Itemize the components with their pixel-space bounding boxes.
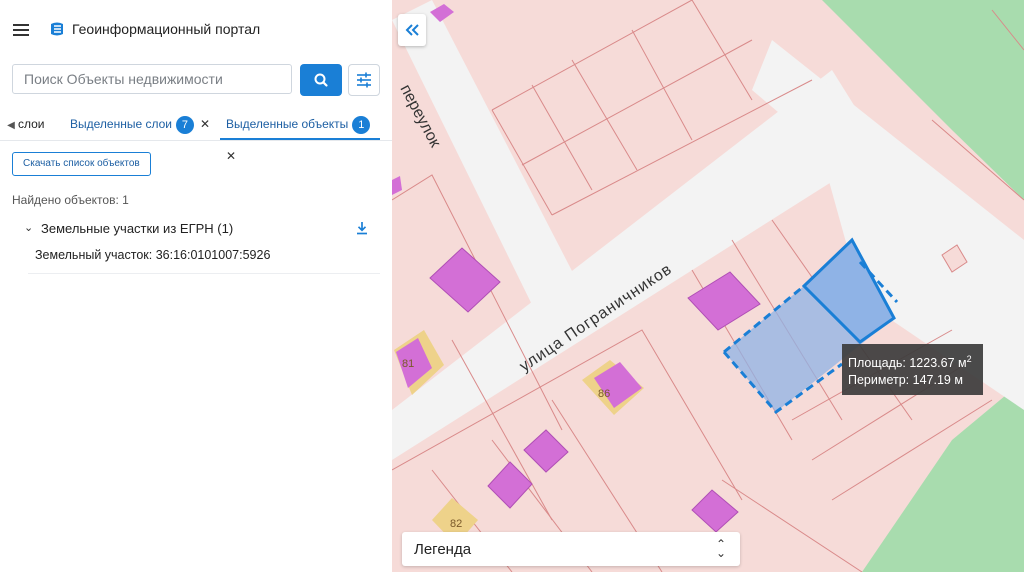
close-icon[interactable]: ✕: [226, 140, 236, 172]
house-number: 81: [402, 358, 414, 370]
tab-selected-layers-label: Выделенные слои: [70, 117, 172, 131]
tab-back-label: слои: [18, 117, 45, 131]
house-number: 86: [598, 388, 610, 400]
download-list-button[interactable]: Скачать список объектов: [12, 152, 151, 176]
found-count: Найдено объектов: 1: [12, 193, 129, 207]
menu-icon[interactable]: [10, 18, 34, 42]
area-label: Площадь: 1223.67 м: [848, 356, 967, 371]
close-icon[interactable]: ✕: [200, 108, 210, 140]
filter-button[interactable]: [348, 64, 380, 96]
collapse-panel-button[interactable]: [398, 14, 426, 46]
result-group-header[interactable]: ⌄ Земельные участки из ЕГРН (1): [24, 220, 384, 240]
legend-dropdown[interactable]: Легенда ⌃ ⌄: [402, 532, 740, 566]
area-readout: Площадь: 1223.67 м2: [848, 351, 977, 372]
tab-selected-layers[interactable]: Выделенные слои 7 ✕: [70, 108, 210, 140]
search-icon: [314, 73, 328, 87]
objects-count-badge: 1: [352, 115, 371, 134]
double-chevron-left-icon: [405, 24, 419, 36]
sidebar-panel: Геоинформационный портал ◀слои Выделенны…: [0, 0, 392, 572]
perimeter-readout: Периметр: 147.19 м: [848, 373, 963, 388]
chevron-down-icon: ⌄: [24, 222, 34, 234]
measure-tooltip: Площадь: 1223.67 м2 Периметр: 147.19 м: [842, 344, 983, 395]
list-item[interactable]: Земельный участок: 36:16:0101007:5926: [28, 248, 380, 274]
legend-label: Легенда: [414, 541, 472, 558]
tab-selected-objects[interactable]: Выделенные объекты 1✕: [220, 108, 380, 163]
layers-count-badge: 7: [175, 115, 194, 134]
map-canvas[interactable]: переулок улица Пограничников 81 86 82: [392, 0, 1024, 572]
filter-icon: [357, 72, 371, 88]
chevron-left-icon: ◀: [7, 120, 15, 131]
tab-bar: ◀ слои Выделенные слои 7 ✕ Выделенные объек…: [0, 108, 392, 163]
tab-selected-objects-label: Выделенные объекты: [226, 117, 349, 131]
house-number: 82: [450, 518, 462, 530]
search-input[interactable]: [12, 64, 292, 94]
area-unit-sup: 2: [966, 354, 972, 364]
portal-logo-icon: [51, 22, 63, 36]
app-header: Геоинформационный портал: [0, 0, 392, 58]
download-icon[interactable]: [354, 220, 370, 236]
map-view[interactable]: переулок улица Пограничников 81 86 82: [392, 0, 1024, 572]
tab-back-layers[interactable]: ◀ слои: [4, 108, 45, 140]
updown-chevron-icon: ⌃ ⌄: [715, 537, 726, 560]
app-title: Геоинформационный портал: [72, 21, 261, 37]
result-group-title: Земельные участки из ЕГРН (1): [41, 221, 234, 236]
search-button[interactable]: [300, 64, 342, 96]
